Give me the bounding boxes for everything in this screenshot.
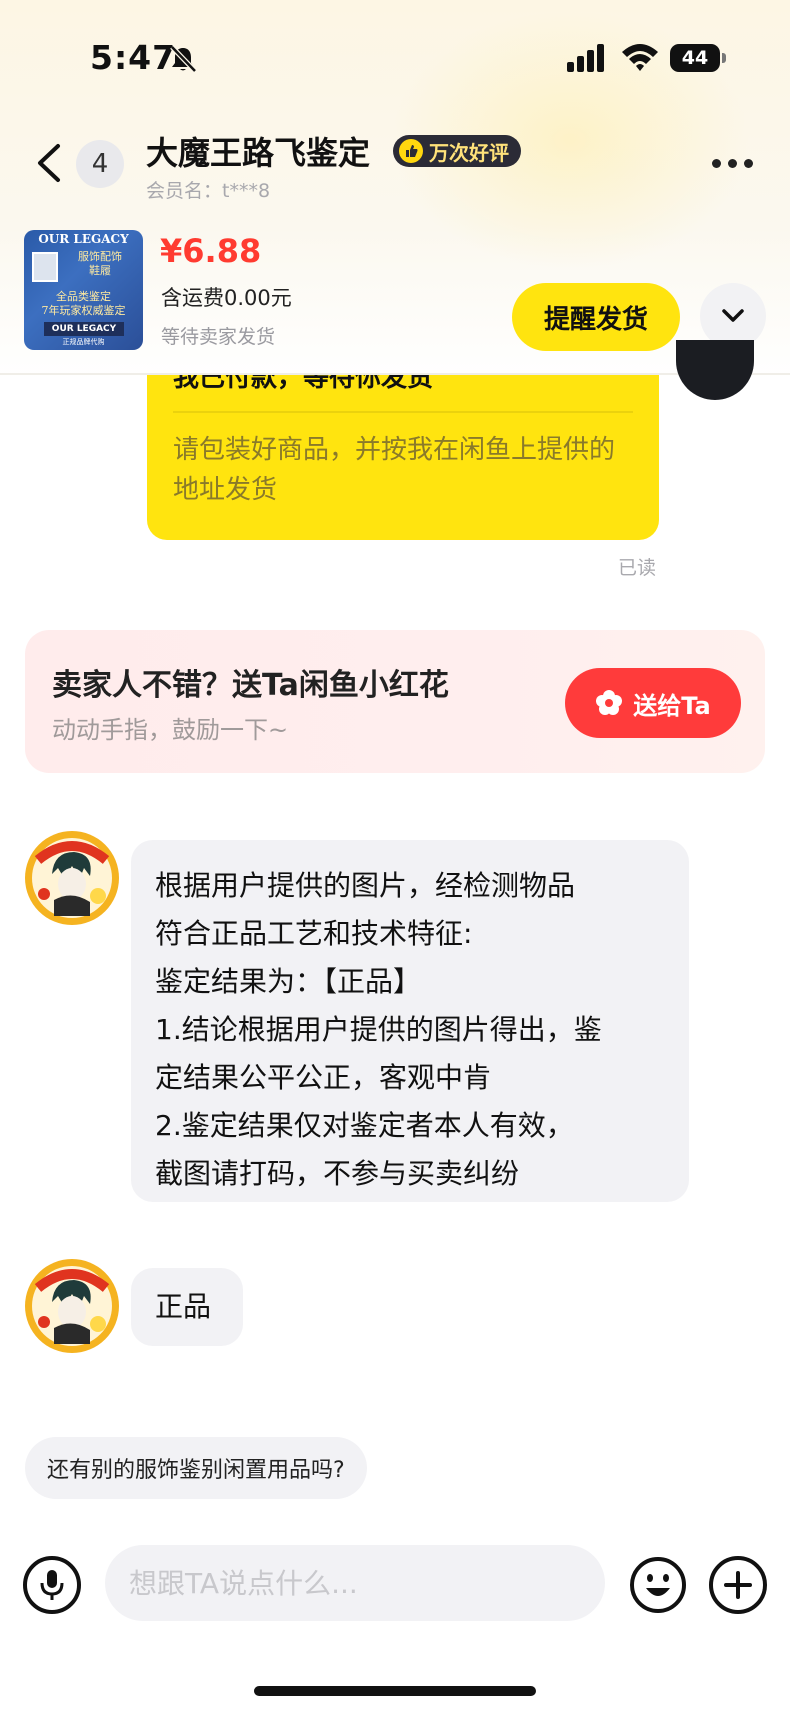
payment-description: 请包装好商品，并按我在闲鱼上提供的地址发货 [173,435,616,505]
seller-name[interactable]: 大魔王路飞鉴定 [146,128,370,174]
product-thumbnail[interactable]: OUR LEGACY 服饰配饰 鞋履 全品类鉴定 7年玩家权威鉴定 OUR LE… [24,230,143,350]
thumb-lines: 服饰配饰 鞋履 [60,250,140,278]
short-message-bubble[interactable]: 正品 [131,1268,243,1346]
thumb-banner: OUR LEGACY [44,322,124,336]
unread-count-badge[interactable]: 4 [76,140,124,188]
flower-icon [596,690,623,715]
thumb-title: OUR LEGACY [38,232,129,246]
back-arrow-icon[interactable] [30,138,66,188]
chevron-down-icon [722,309,744,322]
thumb-line-2: 鞋履 [89,264,111,277]
seller-avatar[interactable] [24,1258,120,1354]
order-price: ¥6.88 [160,232,262,270]
thumb-line-1: 服饰配饰 [78,250,122,263]
status-time: 5:47 [90,38,177,77]
praise-badge: 万次好评 [393,135,521,167]
read-status: 已读 [618,557,657,579]
message-line: 符合正品工艺和技术特征: [155,917,473,950]
emoji-icon[interactable] [629,1556,687,1614]
seller-avatar[interactable] [24,830,120,926]
praise-text: 万次好评 [429,140,509,165]
payment-divider [173,411,633,413]
home-indicator[interactable] [254,1686,536,1696]
message-line: 定结果公平公正，客观中肯 [155,1061,492,1094]
wifi-icon [622,44,658,71]
thumb-sub: 全品类鉴定 7年玩家权威鉴定 [24,290,143,318]
message-line: 根据用户提供的图片，经检测物品 [155,869,576,902]
send-flower-label: 送给Ta [633,691,711,720]
thumb-line-3: 全品类鉴定 [56,290,111,303]
status-bar: 5:47 44 [0,0,790,110]
self-avatar[interactable] [676,340,754,400]
member-name: 会员名：t***8 [146,180,271,202]
seller-avatar-image [25,1259,119,1353]
message-input[interactable] [105,1545,605,1621]
thumb-line-4: 7年玩家权威鉴定 [41,304,126,317]
appraisal-message-bubble[interactable]: 根据用户提供的图片，经检测物品 符合正品工艺和技术特征: 鉴定结果为：【正品】 … [131,840,689,1202]
flower-card-subtitle: 动动手指，鼓励一下~ [52,716,289,744]
microphone-icon [40,1570,64,1600]
bell-off-icon [170,45,197,73]
more-options-icon[interactable] [712,148,762,178]
order-card[interactable]: OUR LEGACY 服饰配饰 鞋履 全品类鉴定 7年玩家权威鉴定 OUR LE… [0,210,790,375]
thumb-portrait [32,252,58,282]
order-status: 等待卖家发货 [161,326,276,348]
message-line: 1.结论根据用户提供的图片得出，鉴 [155,1013,602,1046]
battery-icon: 44 [670,44,726,72]
thumb-foot: 正规品牌代购 [62,338,105,346]
plus-icon [724,1571,752,1599]
payment-notice-card[interactable]: 我已付款，等待你发货 请包装好商品，并按我在闲鱼上提供的地址发货 [147,375,659,540]
shipping-fee: 含运费0.00元 [161,286,292,310]
message-line: 2.鉴定结果仅对鉴定者本人有效， [155,1109,574,1142]
payment-title: 我已付款，等待你发货 [173,375,434,393]
battery-level: 44 [670,44,720,72]
more-actions-button[interactable] [709,1556,767,1614]
send-flower-card: 卖家人不错？送Ta闲鱼小红花 动动手指，鼓励一下~ 送给Ta [25,630,765,773]
quick-reply-chip[interactable]: 还有别的服饰鉴别闲置用品吗? [25,1437,367,1499]
message-line: 鉴定结果为：【正品】 [155,965,422,998]
seller-avatar-image [25,831,119,925]
message-text: 正品 [155,1290,212,1323]
message-line: 截图请打码，不参与买卖纠纷 [155,1157,520,1190]
flower-card-title: 卖家人不错？送Ta闲鱼小红花 [52,668,449,703]
thumbs-up-icon [399,139,423,163]
remind-ship-button[interactable]: 提醒发货 [512,283,680,351]
voice-input-button[interactable] [23,1556,81,1614]
signal-icon [567,44,604,72]
send-flower-button[interactable]: 送给Ta [565,668,741,738]
